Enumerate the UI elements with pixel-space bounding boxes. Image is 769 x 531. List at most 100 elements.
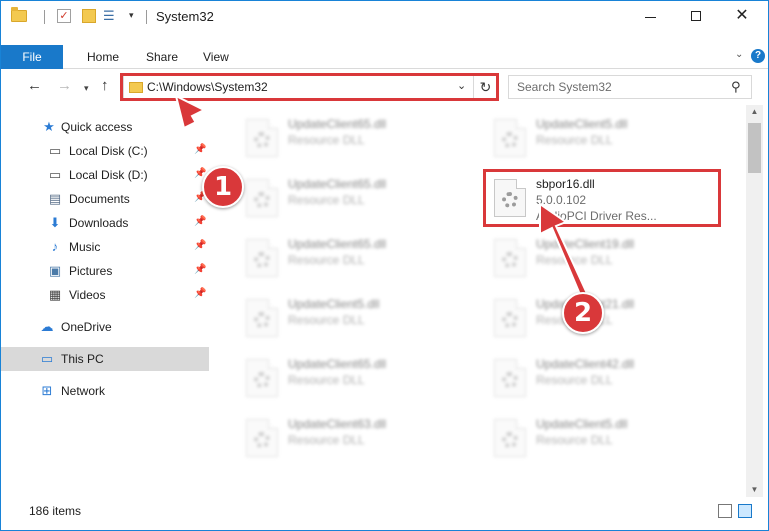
navigation-bar: ← → ▾ ↑ C:\Windows\System32 ⌄ ↻ Search S… — [1, 71, 768, 103]
file-type: Resource DLL — [288, 193, 365, 207]
gear-icon — [502, 432, 518, 448]
properties-icon[interactable]: ☰ — [103, 9, 119, 23]
file-item[interactable]: UpdateClient5.dll Resource DLL — [484, 109, 724, 167]
recent-locations-icon[interactable]: ▾ — [84, 80, 89, 96]
pin-icon[interactable]: 📌 — [194, 240, 206, 251]
file-item[interactable]: UpdateClient42.dll Resource DLL — [484, 349, 724, 407]
navigation-pane: ★ Quick access ▭ Local Disk (C:) 📌 ▭ Local Dis… — [1, 105, 216, 497]
back-arrow-icon[interactable]: ← — [27, 78, 42, 94]
pictures-icon: ▣ — [48, 263, 62, 278]
pin-icon[interactable]: 📌 — [194, 264, 206, 275]
expand-ribbon-icon[interactable]: ⌄ — [735, 49, 749, 63]
file-name: UpdateClient19.dll — [536, 237, 635, 251]
sidebar-item-local-disk-c[interactable]: ▭ Local Disk (C:) 📌 — [1, 139, 209, 163]
sidebar-item-onedrive[interactable]: ☁ OneDrive — [1, 315, 209, 339]
sidebar-item-pictures[interactable]: ▣ Pictures 📌 — [1, 259, 209, 283]
gear-icon — [502, 132, 518, 148]
details-view-icon[interactable] — [718, 504, 732, 518]
this-pc-icon: ▭ — [40, 351, 54, 366]
documents-icon: ▤ — [48, 191, 62, 206]
file-type: Resource DLL — [536, 373, 613, 387]
forward-arrow-icon[interactable]: → — [57, 78, 72, 94]
file-item[interactable]: UpdateClient65.dll Resource DLL — [236, 169, 476, 227]
file-item[interactable]: UpdateClient63.dll Resource DLL — [236, 409, 476, 467]
file-item[interactable]: UpdateClient65.dll Resource DLL — [236, 349, 476, 407]
sidebar-item-label: Quick access — [61, 120, 133, 134]
gear-icon — [502, 252, 518, 268]
sidebar-item-label: Music — [69, 240, 101, 254]
minimize-icon — [644, 16, 656, 18]
large-icons-view-icon[interactable] — [738, 504, 752, 518]
up-arrow-icon[interactable]: ↑ — [101, 78, 109, 94]
sidebar-item-label: Local Disk (D:) — [69, 168, 148, 182]
file-item[interactable]: UpdateClient5.dll Resource DLL — [236, 289, 476, 347]
properties-check-icon[interactable]: ✓ — [57, 9, 71, 23]
file-type: Resource DLL — [288, 133, 365, 147]
gear-icon — [254, 252, 270, 268]
folder-icon[interactable] — [11, 7, 27, 22]
tab-view[interactable]: View — [203, 45, 229, 69]
pin-icon[interactable]: 📌 — [194, 288, 206, 299]
dll-file-icon — [246, 119, 278, 157]
file-name: UpdateClient65.dll — [288, 177, 387, 191]
dll-file-icon — [246, 179, 278, 217]
file-name: UpdateClient42.dll — [536, 357, 635, 371]
file-item[interactable]: UpdateClient21.dllResource DLL — [484, 289, 724, 347]
gear-icon — [254, 132, 270, 148]
customize-toolbar-dropdown-icon[interactable]: ▾ — [129, 10, 139, 22]
tab-home[interactable]: Home — [87, 45, 119, 69]
file-name: UpdateClient5.dll — [288, 297, 380, 311]
callout-badge-2: 2 — [562, 292, 604, 334]
sidebar-item-downloads[interactable]: ⬇ Downloads 📌 — [1, 211, 209, 235]
maximize-button[interactable] — [673, 1, 719, 31]
downloads-icon: ⬇ — [49, 215, 61, 230]
search-icon[interactable]: ⚲ — [731, 79, 741, 95]
file-item[interactable]: UpdateClient19.dll Resource DLL — [484, 229, 724, 287]
sidebar-item-label: Downloads — [69, 216, 129, 230]
scroll-up-icon[interactable]: ▲ — [746, 107, 763, 119]
file-item[interactable]: UpdateClient65.dll Resource DLL — [236, 109, 476, 167]
tab-share[interactable]: Share — [146, 45, 178, 69]
scroll-thumb[interactable] — [748, 123, 761, 173]
scroll-down-icon[interactable]: ▼ — [746, 485, 763, 497]
minimize-button[interactable] — [627, 1, 673, 31]
file-name: UpdateClient63.dll — [288, 417, 387, 431]
drive-icon: ▭ — [48, 167, 62, 182]
file-name: UpdateClient65.dll — [288, 357, 387, 371]
gear-icon — [254, 312, 270, 328]
file-item[interactable]: UpdateClient65.dll Resource DLL — [236, 229, 476, 287]
sidebar-item-music[interactable]: ♪ Music 📌 — [1, 235, 209, 259]
file-type: Resource DLL — [288, 253, 365, 267]
help-icon[interactable]: ? — [751, 49, 765, 63]
sidebar-item-this-pc[interactable]: ▭ This PC — [1, 347, 209, 371]
file-name: UpdateClient65.dll — [288, 117, 387, 131]
dll-file-icon — [494, 119, 526, 157]
sidebar-item-quick-access[interactable]: ★ Quick access — [1, 115, 209, 139]
pin-icon[interactable]: 📌 — [194, 144, 206, 155]
search-input[interactable]: Search System32 — [517, 80, 612, 94]
sidebar-item-label: Pictures — [69, 264, 113, 278]
sidebar-item-videos[interactable]: ▦ Videos 📌 — [1, 283, 209, 307]
status-bar: 186 items — [1, 499, 768, 523]
search-box[interactable]: Search System32 ⚲ — [508, 75, 752, 99]
dll-file-icon — [246, 239, 278, 277]
vertical-scrollbar[interactable]: ▲ ▼ — [746, 105, 763, 497]
star-icon: ★ — [43, 119, 55, 134]
tab-file[interactable]: File — [1, 45, 63, 69]
gear-icon — [254, 372, 270, 388]
new-folder-icon[interactable] — [82, 9, 96, 23]
file-item[interactable]: UpdateClient5.dll Resource DLL — [484, 409, 724, 467]
sidebar-item-label: OneDrive — [61, 320, 112, 334]
file-name: UpdateClient5.dll — [536, 117, 628, 131]
sidebar-item-documents[interactable]: ▤ Documents 📌 — [1, 187, 209, 211]
dll-file-icon — [494, 239, 526, 277]
pin-icon[interactable]: 📌 — [194, 216, 206, 227]
file-type: Resource DLL — [536, 433, 613, 447]
sidebar-item-local-disk-d[interactable]: ▭ Local Disk (D:) 📌 — [1, 163, 209, 187]
dll-file-icon — [494, 359, 526, 397]
file-list: UpdateClient65.dll Resource DLL UpdateClie… — [216, 105, 746, 497]
sidebar-item-network[interactable]: ⊞ Network — [1, 379, 209, 403]
dll-file-icon — [494, 419, 526, 457]
close-button[interactable]: ✕ — [719, 1, 765, 31]
sidebar-item-label: Videos — [69, 288, 106, 302]
